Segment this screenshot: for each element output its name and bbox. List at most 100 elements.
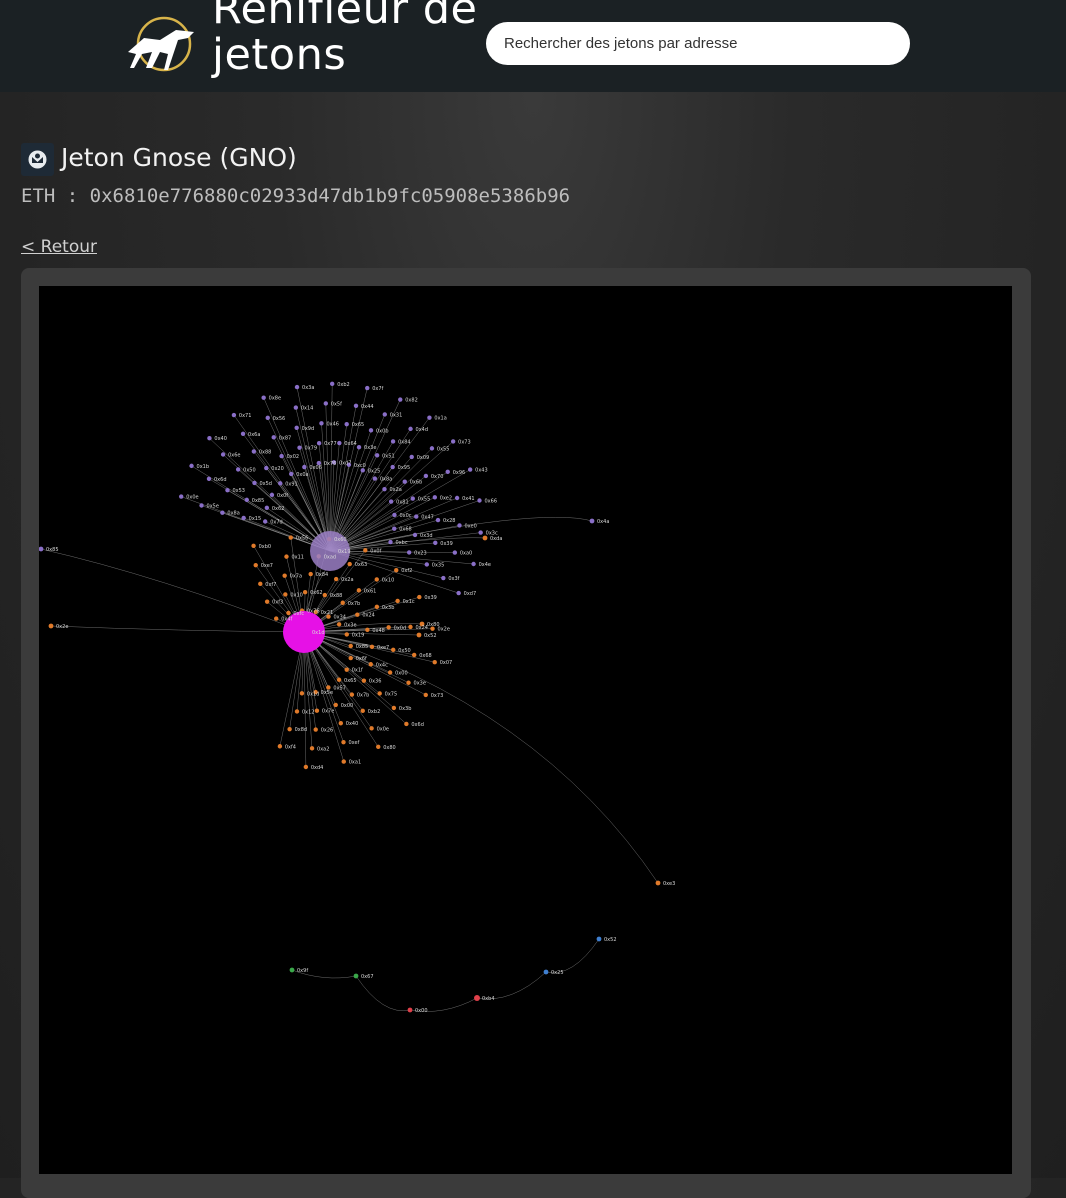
purple-node[interactable] [441,575,446,581]
purple-node[interactable] [390,439,396,444]
orange-node[interactable] [277,744,283,749]
purple-node[interactable] [271,435,276,440]
orange-node[interactable] [360,708,365,714]
purple-node[interactable] [423,473,429,479]
purple-node[interactable] [374,453,380,458]
purple-node[interactable] [279,453,284,459]
purple-node[interactable] [241,515,246,521]
purple-node[interactable] [251,449,257,454]
orange-node[interactable] [341,759,346,764]
purple-node[interactable] [261,395,266,400]
purple-node[interactable] [398,397,403,402]
orange-node[interactable] [264,599,270,604]
purple-node[interactable] [408,426,413,432]
orange-node[interactable] [387,670,393,675]
orange-node[interactable] [391,647,396,652]
purple-node[interactable] [353,403,359,408]
orange-node[interactable] [349,692,355,697]
purple-node[interactable] [323,401,329,406]
orange-node[interactable] [356,588,362,593]
purple-node[interactable] [409,454,414,460]
orange-node[interactable] [377,691,382,696]
purple-node[interactable] [225,487,230,493]
purple-node[interactable] [206,476,212,482]
purple-node[interactable] [199,503,204,508]
sniffer-dog-logo-icon[interactable] [124,12,200,76]
chain-node[interactable] [596,936,602,942]
brand-title[interactable]: Renifleur de jetons [212,0,482,78]
orange-node[interactable] [394,568,399,573]
orange-node[interactable] [363,548,368,553]
purple-node[interactable] [467,467,473,472]
purple-node[interactable] [412,532,418,538]
purple-node[interactable] [372,476,378,481]
purple-node[interactable] [244,497,249,503]
orange-node[interactable] [376,744,381,750]
orange-node[interactable] [417,594,422,600]
chain-node[interactable] [289,967,295,973]
purple-node[interactable] [294,425,299,430]
purple-node[interactable] [179,494,184,499]
orange-node[interactable] [336,622,342,627]
purple-node[interactable] [445,469,450,475]
purple-node[interactable] [344,421,349,427]
orange-node[interactable] [411,652,417,658]
purple-node[interactable] [478,530,483,535]
orange-node[interactable] [344,632,349,637]
orange-node[interactable] [309,746,315,751]
chain-node[interactable] [474,995,480,1001]
purple-node[interactable] [264,505,270,511]
purple-node[interactable] [427,415,432,420]
purple-node[interactable] [429,446,435,451]
purple-node[interactable] [454,495,460,501]
purple-node[interactable] [402,479,407,484]
orange-node[interactable] [344,667,349,672]
purple-node[interactable] [435,517,441,523]
purple-node[interactable] [220,452,226,457]
purple-node[interactable] [263,519,268,524]
orange-node[interactable] [395,598,400,604]
purple-node[interactable] [457,523,462,528]
orange-node[interactable] [374,577,379,582]
purple-node[interactable] [365,385,370,391]
purple-node[interactable] [410,496,415,501]
orange-node[interactable] [374,604,380,610]
chain-node[interactable] [353,973,359,979]
orange-node[interactable] [322,592,328,598]
orange-node[interactable] [283,592,288,597]
purple-node[interactable] [264,465,269,471]
orange-node[interactable] [338,721,344,726]
back-link[interactable]: < Retour [21,236,97,258]
purple-node[interactable] [390,464,395,470]
token-transfer-graph[interactable]: 0x7d 0x15 0x8a 0x5e 0x0e 0x62 0x85 0x53 0x6d 0x1b… [39,286,1012,1174]
orange-node[interactable] [294,709,300,714]
orange-node[interactable] [333,576,339,582]
outlier-node[interactable] [39,546,44,552]
purple-node[interactable] [433,540,438,546]
orange-node[interactable] [287,726,292,732]
orange-node[interactable] [286,610,291,616]
purple-node[interactable] [265,415,270,421]
purple-node[interactable] [450,439,456,444]
orange-node[interactable] [423,692,428,698]
purple-node[interactable] [319,421,324,426]
purple-node[interactable] [382,486,387,492]
purple-node[interactable] [414,514,419,519]
orange-node[interactable] [341,739,346,745]
orange-node[interactable] [308,571,313,577]
orange-node[interactable] [333,702,338,708]
orange-node[interactable] [348,655,353,661]
orange-node[interactable] [253,562,258,568]
orange-node[interactable] [273,616,279,621]
orange-node[interactable] [258,581,263,587]
orange-node[interactable] [326,685,331,690]
chain-node[interactable] [543,969,549,975]
purple-node[interactable] [329,381,335,387]
purple-node[interactable] [432,495,438,500]
purple-node[interactable] [220,510,225,515]
purple-node[interactable] [293,405,299,410]
outlier-node[interactable] [655,880,661,886]
orange-node[interactable] [408,624,413,630]
orange-node[interactable] [368,662,373,667]
purple-node[interactable] [392,512,397,518]
